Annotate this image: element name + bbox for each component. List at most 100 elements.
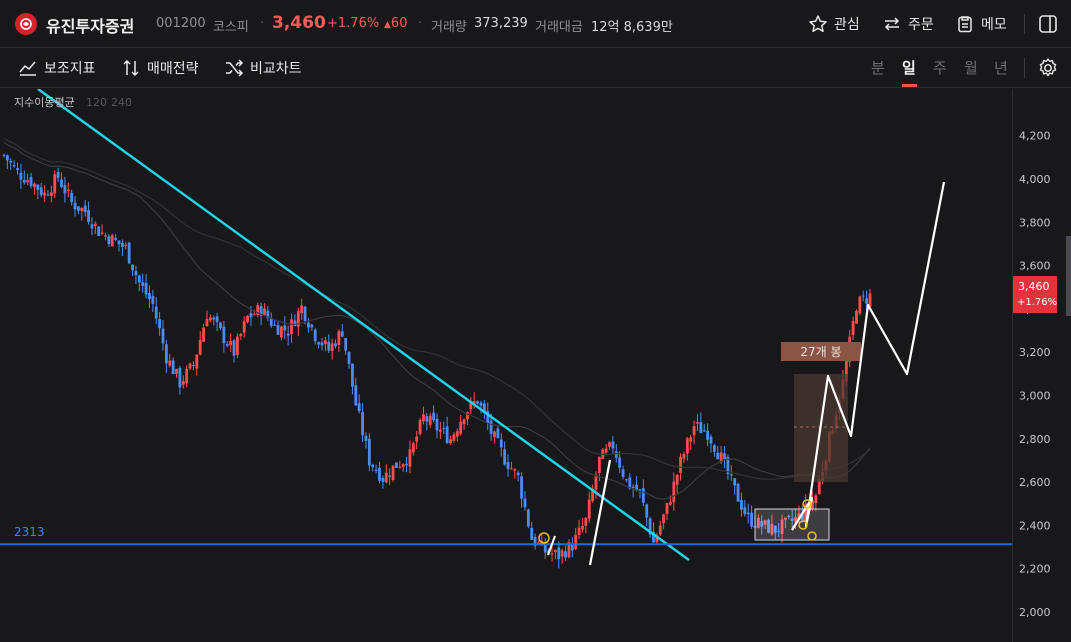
candle-body	[665, 503, 669, 514]
candle-body	[523, 498, 527, 508]
candle-body	[455, 431, 459, 437]
candle-body	[205, 318, 209, 327]
candle-body	[692, 426, 696, 436]
candle-body	[124, 244, 128, 246]
indicator-label: 보조지표	[44, 61, 96, 77]
candle-body	[93, 223, 97, 227]
candle-body	[2, 154, 6, 156]
up-triangle-icon: ▲	[384, 20, 391, 30]
candle-body	[120, 242, 124, 247]
candle-body	[861, 295, 865, 297]
candle-body	[405, 463, 408, 466]
candle-body	[669, 502, 672, 505]
y-axis-tick-label: 4,200	[1019, 130, 1051, 143]
watch-button[interactable]: 관심	[808, 12, 860, 36]
period-month-tab[interactable]: 월	[964, 57, 978, 78]
divider	[1024, 14, 1025, 34]
y-axis-tick-label: 3,000	[1019, 390, 1051, 403]
chart-settings-button[interactable]	[1036, 56, 1060, 80]
candle-body	[641, 488, 645, 503]
candle-body	[597, 456, 601, 473]
candle-body	[662, 514, 666, 523]
candle-body	[510, 468, 513, 470]
candle-body	[131, 264, 134, 271]
amount-label: 거래대금	[535, 20, 583, 35]
candle-body	[493, 431, 496, 438]
candle-body	[449, 439, 452, 444]
candle-body	[675, 475, 679, 485]
scrollbar[interactable]	[1066, 236, 1071, 316]
candle-body	[141, 282, 145, 286]
memo-button[interactable]: 메모	[955, 12, 1007, 36]
current-price-tag-change: +1.76%	[1017, 297, 1057, 308]
candle-body	[344, 337, 348, 351]
candle-body	[381, 478, 385, 482]
candle-body	[574, 534, 578, 549]
compare-button[interactable]: 비교차트	[224, 57, 302, 79]
legend-value: 120	[86, 96, 107, 109]
candle-body	[428, 415, 432, 425]
candle-body	[865, 298, 869, 304]
candle-body	[367, 438, 371, 466]
candle-body	[164, 344, 168, 364]
candle-body	[90, 224, 94, 229]
current-price-tag-price: 3,460	[1018, 280, 1050, 293]
chart-toolbar: 보조지표 매매전략 비교차트 분 일 주 월 년	[0, 48, 1071, 88]
candle-body	[279, 326, 283, 338]
candle-body	[364, 435, 368, 441]
legend-title: 지수이동평균	[14, 96, 75, 109]
candle-body	[181, 381, 185, 385]
candle-body	[66, 189, 70, 191]
candle-body	[286, 333, 290, 336]
candle-body	[26, 180, 30, 183]
y-axis-tick-label: 4,000	[1019, 173, 1051, 186]
candle-body	[242, 321, 246, 333]
volume-value: 373,239	[474, 16, 528, 31]
period-day-tab[interactable]: 일	[902, 57, 916, 78]
consolidation-box[interactable]	[754, 508, 830, 541]
candle-body	[310, 324, 314, 328]
amount-value: 12억 8,639만	[591, 20, 673, 35]
candle-body	[148, 293, 151, 300]
candle-body	[300, 305, 304, 314]
candle-body	[36, 184, 40, 190]
candle-body	[709, 436, 713, 444]
candle-body	[347, 351, 351, 364]
candle-body	[530, 527, 534, 540]
candle-body	[371, 464, 375, 468]
candle-body	[594, 475, 598, 490]
candle-body	[702, 430, 706, 432]
period-minute-tab[interactable]: 분	[871, 57, 885, 78]
candle-body	[178, 368, 182, 388]
strategy-button[interactable]: 매매전략	[121, 57, 199, 79]
candle-body	[608, 442, 611, 447]
candle-body	[587, 499, 591, 519]
candle-body	[290, 319, 293, 334]
change-rate: +1.76%	[327, 16, 380, 31]
indicator-button[interactable]: 보조지표	[18, 57, 96, 79]
candle-body	[432, 412, 436, 421]
y-axis-tick-label: 2,800	[1019, 433, 1051, 446]
candle-body	[658, 525, 662, 535]
candle-body	[225, 344, 229, 346]
candle-body	[401, 464, 405, 467]
candle-body	[398, 466, 402, 468]
candle-body	[716, 452, 720, 460]
candle-body	[198, 339, 202, 355]
candle-body	[70, 192, 74, 202]
candle-body	[276, 324, 280, 335]
candle-body	[685, 438, 689, 454]
period-week-tab[interactable]: 주	[933, 57, 947, 78]
panel-toggle-button[interactable]	[1037, 13, 1059, 39]
order-button[interactable]: 주문	[882, 12, 934, 36]
candle-body	[476, 401, 479, 404]
price-chart[interactable]: 2313 27개 봉 지수이동평균 120 240 4,200 4,000 3,80…	[0, 89, 1071, 642]
candle-body	[158, 319, 162, 329]
period-year-tab[interactable]: 년	[994, 57, 1008, 78]
candle-body	[53, 174, 57, 194]
candle-body	[303, 306, 307, 322]
support-line-label: 2313	[14, 525, 45, 539]
candle-body	[557, 547, 561, 560]
candle-body	[127, 242, 131, 264]
volume-label: 거래량	[431, 20, 467, 35]
